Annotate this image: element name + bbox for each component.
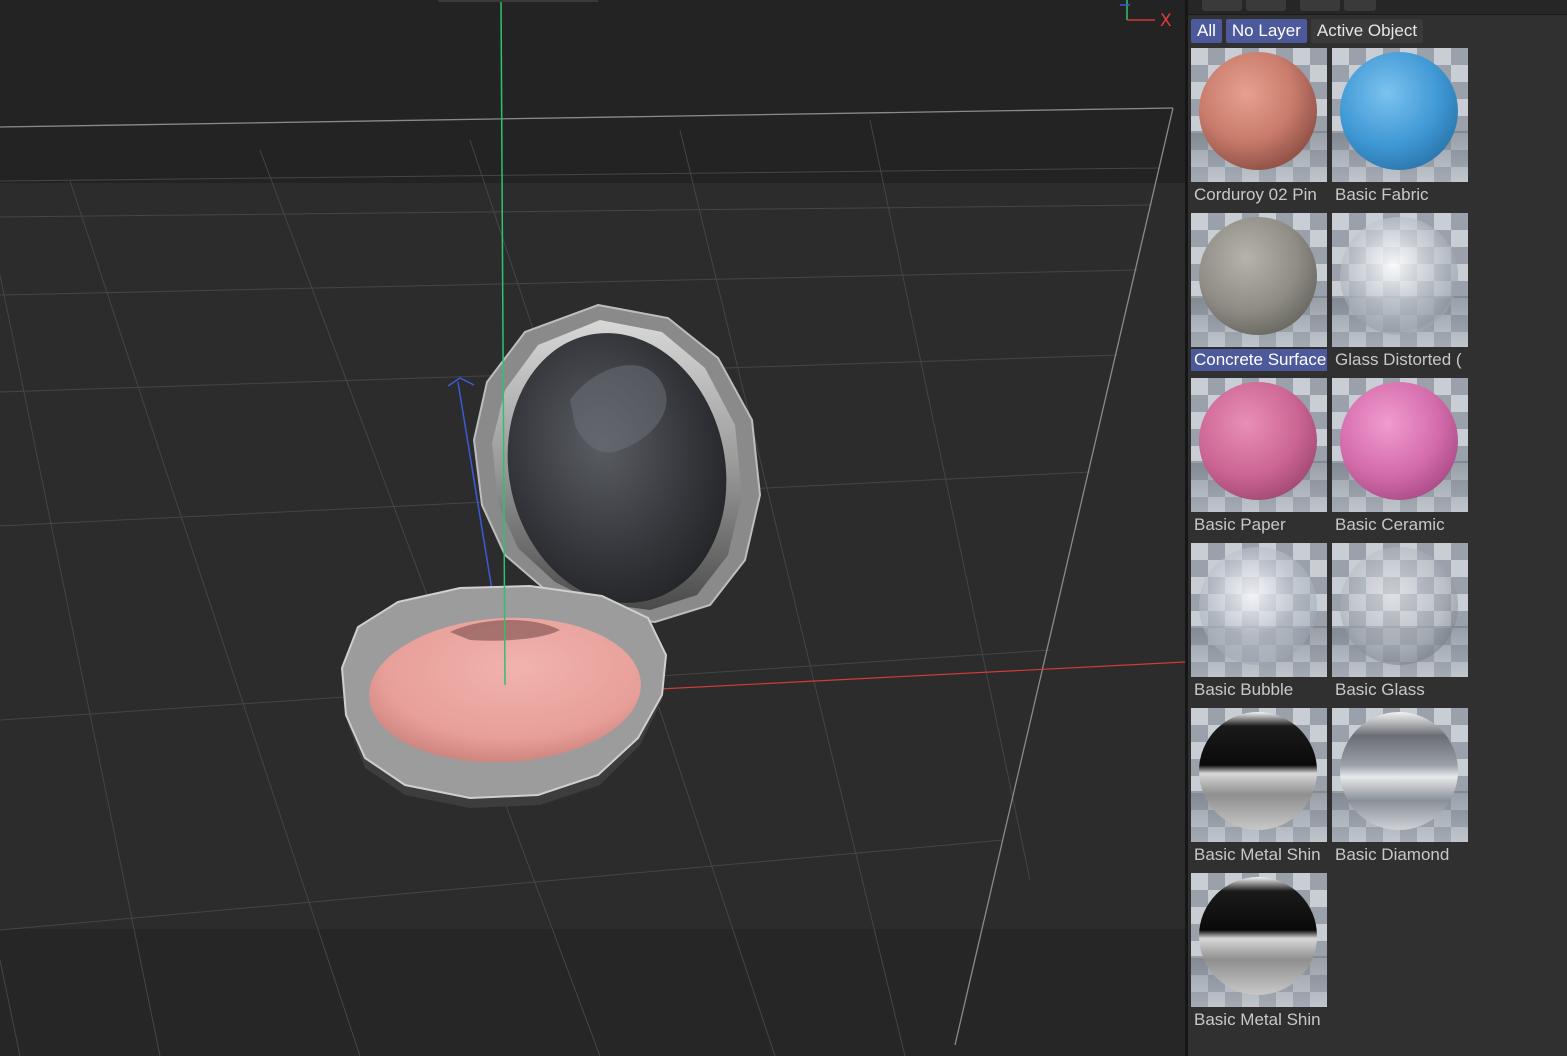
preview-sphere-icon: [1340, 217, 1458, 335]
filter-no-layer-button[interactable]: No Layer: [1225, 19, 1307, 43]
preview-sphere-icon: [1340, 712, 1458, 830]
3d-viewport[interactable]: X: [0, 0, 1185, 1056]
material-name[interactable]: Concrete Surface: [1191, 349, 1327, 371]
material-name[interactable]: Basic Glass: [1332, 679, 1468, 701]
x-axis-label: X: [1160, 11, 1172, 31]
preview-sphere-icon: [1199, 382, 1317, 500]
material-preview[interactable]: [1332, 543, 1468, 677]
preview-sphere-icon: [1199, 877, 1317, 995]
material-preview[interactable]: [1191, 543, 1327, 677]
preview-sphere-icon: [1199, 547, 1317, 665]
material-name[interactable]: Basic Fabric: [1332, 184, 1468, 206]
material-preview[interactable]: [1191, 873, 1327, 1007]
material-tile[interactable]: Basic Fabric: [1332, 48, 1468, 206]
layer-filter-bar: All No Layer Active Object: [1191, 19, 1424, 43]
toolbar-edit-button[interactable]: [1300, 0, 1340, 11]
preview-sphere-icon: [1199, 712, 1317, 830]
material-name[interactable]: Basic Ceramic: [1332, 514, 1468, 536]
material-name[interactable]: Glass Distorted (: [1332, 349, 1468, 371]
toolbar-add-button[interactable]: [1202, 0, 1242, 11]
material-name[interactable]: Corduroy 02 Pin: [1191, 184, 1327, 206]
preview-sphere-icon: [1340, 52, 1458, 170]
preview-sphere-icon: [1340, 547, 1458, 665]
material-tile[interactable]: Basic Bubble: [1191, 543, 1327, 701]
material-name[interactable]: Basic Paper: [1191, 514, 1327, 536]
material-tile[interactable]: Basic Ceramic: [1332, 378, 1468, 536]
preview-sphere-icon: [1340, 382, 1458, 500]
material-tile[interactable]: Corduroy 02 Pin: [1191, 48, 1327, 206]
material-preview[interactable]: [1332, 213, 1468, 347]
material-preview[interactable]: [1191, 48, 1327, 182]
material-preview[interactable]: [1332, 48, 1468, 182]
material-preview[interactable]: [1191, 708, 1327, 842]
material-name[interactable]: Basic Metal Shin: [1191, 844, 1327, 866]
material-preview[interactable]: [1191, 213, 1327, 347]
material-tile[interactable]: Basic Metal Shin: [1191, 708, 1327, 866]
material-preview[interactable]: [1332, 708, 1468, 842]
material-tile[interactable]: Basic Metal Shin: [1191, 873, 1327, 1031]
material-toolbar: [1188, 0, 1567, 15]
material-preview[interactable]: [1332, 378, 1468, 512]
material-name[interactable]: Basic Diamond: [1332, 844, 1468, 866]
filter-active-object-button[interactable]: Active Object: [1310, 19, 1424, 43]
material-name[interactable]: Basic Metal Shin: [1191, 1009, 1327, 1031]
material-tile[interactable]: Basic Paper: [1191, 378, 1327, 536]
material-tile[interactable]: Basic Glass: [1332, 543, 1468, 701]
preview-sphere-icon: [1199, 217, 1317, 335]
material-name[interactable]: Basic Bubble: [1191, 679, 1327, 701]
material-tile[interactable]: Glass Distorted (: [1332, 213, 1468, 371]
toolbar-sphere-icon[interactable]: [1246, 0, 1286, 11]
material-tile[interactable]: Basic Diamond: [1332, 708, 1468, 866]
material-preview[interactable]: [1191, 378, 1327, 512]
toolbar-tag-button[interactable]: [1344, 0, 1376, 11]
preview-sphere-icon: [1199, 52, 1317, 170]
viewport-scene: [0, 0, 1185, 1056]
viewport-header-edge: [438, 0, 598, 2]
material-manager: All No Layer Active Object Corduroy 02 P…: [1188, 0, 1567, 1056]
material-tile[interactable]: Concrete Surface: [1191, 213, 1327, 371]
filter-all-button[interactable]: All: [1191, 19, 1222, 43]
